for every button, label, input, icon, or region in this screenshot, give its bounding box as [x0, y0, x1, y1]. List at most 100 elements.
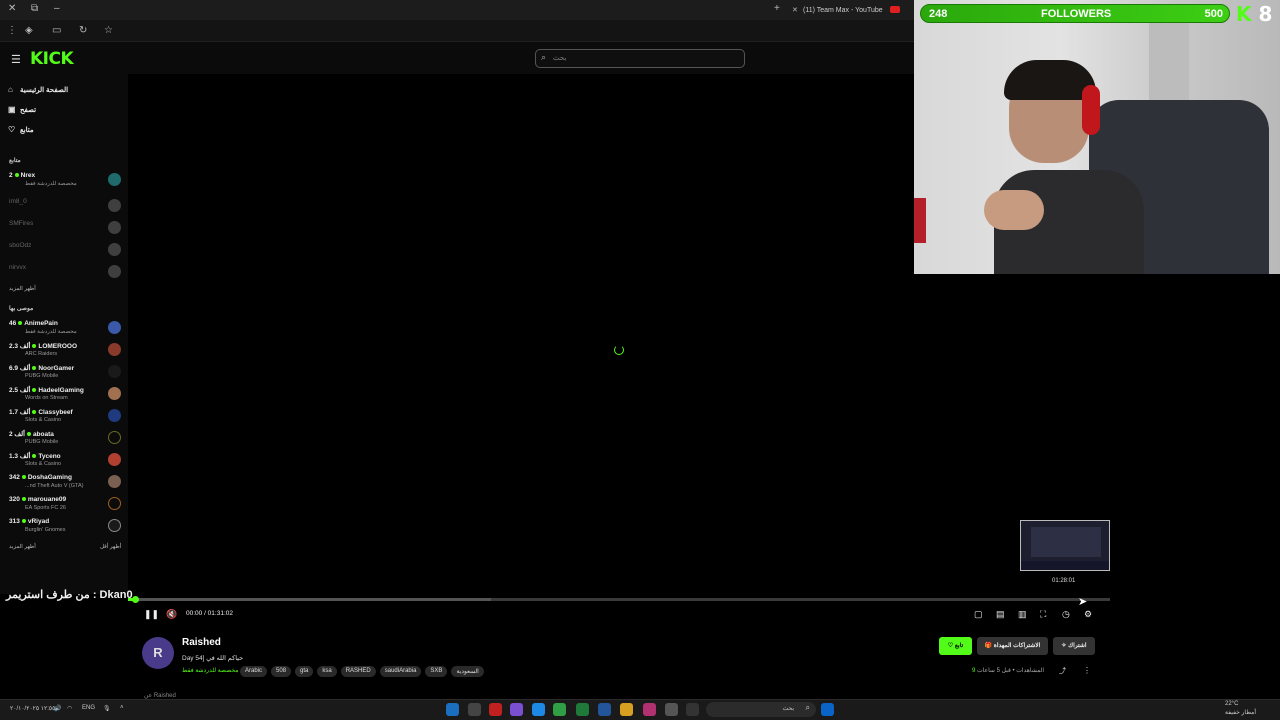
- streamer-name[interactable]: Raished: [182, 637, 221, 648]
- gift-subs-button[interactable]: 🎁 الاشتراكات المهداة: [977, 637, 1048, 655]
- sidebar-item-home[interactable]: ⌂ الصفحة الرئيسية: [8, 85, 68, 94]
- search-icon: ⌕: [805, 703, 810, 712]
- windows-start-icon[interactable]: [821, 703, 834, 716]
- gift-icon: 🎁: [984, 643, 994, 649]
- wifi-icon[interactable]: ◠: [67, 705, 72, 712]
- clock[interactable]: ١٢:٥٥ ٢٠/١٠/٢٠٢٥: [10, 705, 55, 712]
- sidebar-icon[interactable]: ▭: [52, 25, 61, 36]
- volume-icon[interactable]: 🔊: [54, 705, 61, 712]
- app-red-icon[interactable]: [489, 703, 502, 716]
- channel-item-classybeef[interactable]: 1.7 ألف Classybeef Slots & Casino: [9, 408, 121, 428]
- weather-temp[interactable]: 22°C: [1225, 701, 1238, 707]
- loading-spinner-icon: [614, 345, 624, 355]
- channel-item-hadeelgaming[interactable]: 2.5 ألف HadeelGaming Words on Stream: [9, 386, 121, 406]
- live-dot-icon: [32, 409, 37, 414]
- tag-chip[interactable]: 508: [271, 666, 292, 677]
- tag-chip[interactable]: RASHED: [340, 666, 376, 677]
- progress-bar[interactable]: [128, 596, 1110, 603]
- avatar: [108, 243, 121, 256]
- tag-chip[interactable]: Arabic: [240, 666, 268, 677]
- channel-item-noorgamer[interactable]: 6.9 ألف NoorGamer PUBG Mobile: [9, 364, 121, 384]
- show-more-following[interactable]: أظهر المزيد: [9, 286, 36, 292]
- sidebar-item-following[interactable]: ♡ متابع: [8, 125, 34, 134]
- minimize-window-icon[interactable]: –: [54, 3, 60, 14]
- more-options-icon[interactable]: ⋮: [1083, 666, 1091, 675]
- taskbar-search[interactable]: بحث ⌕: [706, 702, 816, 717]
- channel-item-im8[interactable]: im8_0: [9, 198, 121, 218]
- avatar: [108, 365, 121, 378]
- tag-chip[interactable]: saudiArabia: [379, 666, 422, 677]
- channel-item-lomerooo[interactable]: 2.3 ألف LOMEROOO ARC Raiders: [9, 342, 121, 362]
- streamer-avatar[interactable]: R: [142, 637, 174, 669]
- pip-icon[interactable]: ▤: [996, 609, 1005, 620]
- clip-icon[interactable]: ◷: [1062, 609, 1070, 620]
- chrome-icon[interactable]: [553, 703, 566, 716]
- channel-item-smfires[interactable]: SMFires: [9, 220, 121, 240]
- xbox-icon[interactable]: [576, 703, 589, 716]
- show-more-recommended[interactable]: أظهر المزيد: [9, 544, 36, 550]
- tag-chip[interactable]: ksa: [317, 666, 337, 677]
- restore-window-icon[interactable]: ⧉: [31, 3, 38, 14]
- settings-app-icon[interactable]: [468, 703, 481, 716]
- hamburger-menu-icon[interactable]: ☰: [11, 53, 21, 66]
- file-explorer-icon[interactable]: [620, 703, 633, 716]
- avatar: [108, 519, 121, 532]
- menu-dots-icon[interactable]: ⋮: [7, 25, 17, 36]
- channel-item-nirvvx[interactable]: nirvvx: [9, 264, 121, 284]
- webcam-overlay: [914, 0, 1280, 274]
- discord-icon[interactable]: [510, 703, 523, 716]
- subscribe-button[interactable]: ✧ اشتراك: [1053, 637, 1095, 655]
- chevron-up-icon[interactable]: ˄: [120, 705, 124, 711]
- tab-title[interactable]: (11) Team Max - YouTube: [803, 7, 883, 14]
- show-less-recommended[interactable]: أظهر أقل: [100, 544, 121, 550]
- tag-chip[interactable]: SXB: [425, 666, 448, 677]
- mute-icon[interactable]: 🔇: [166, 609, 177, 620]
- tag-chip[interactable]: السعودية: [451, 666, 484, 677]
- app-dark-icon[interactable]: [686, 703, 699, 716]
- channel-item-nrex[interactable]: 2 Nrex مخصصة للدردشة فقط: [9, 172, 121, 192]
- youtube-icon: [890, 6, 900, 13]
- fullscreen-icon[interactable]: ⛶: [1040, 609, 1046, 620]
- live-dot-icon: [32, 365, 37, 370]
- avatar: [108, 321, 121, 334]
- avatar: [108, 221, 121, 234]
- channel-item-animepain[interactable]: 46 AnimePain مخصصة للدردشة فقط: [9, 320, 121, 340]
- reload-icon[interactable]: ↻: [79, 25, 87, 36]
- progress-handle[interactable]: [131, 596, 139, 603]
- channel-item-vriyad[interactable]: 313 vRiyad Burglin' Gnomes: [9, 518, 121, 538]
- shield-icon[interactable]: ◈: [25, 25, 33, 36]
- channel-item-tyceno[interactable]: 1.3 ألف Tyceno Slots & Casino: [9, 452, 121, 472]
- settings-gear-icon[interactable]: ⚙: [1084, 609, 1092, 620]
- channel-item-sboodz[interactable]: sboOdz: [9, 242, 121, 262]
- kick-logo[interactable]: KICK: [30, 49, 74, 69]
- search-input[interactable]: ⌕ بحث: [535, 49, 745, 68]
- channel-item-doshagaming[interactable]: 342 DoshaGaming ...nd Theft Auto V (GTA): [9, 474, 121, 494]
- stream-category[interactable]: مخصصة للدردشة فقط: [182, 667, 238, 674]
- theater-mode-icon[interactable]: ▢: [974, 609, 983, 620]
- sidebar-item-browse[interactable]: ▣ تصفح: [8, 105, 36, 114]
- steam-icon[interactable]: [446, 703, 459, 716]
- app-blue-icon[interactable]: [598, 703, 611, 716]
- heart-icon: ♡: [8, 125, 16, 134]
- weather-desc: أمطار خفيفة: [1225, 710, 1257, 716]
- pause-button[interactable]: ❚❚: [144, 609, 159, 620]
- tag-chip[interactable]: gta: [295, 666, 314, 677]
- live-dot-icon: [32, 453, 37, 458]
- follow-button[interactable]: ♡ تابع: [939, 637, 972, 655]
- channel-item-aboata[interactable]: 2 ألف aboata PUBG Mobile: [9, 430, 121, 450]
- bookmark-star-icon[interactable]: ☆: [104, 25, 113, 36]
- mouse-cursor-icon: ➤: [1078, 596, 1088, 608]
- language-indicator[interactable]: ENG: [82, 705, 95, 711]
- close-window-icon[interactable]: ✕: [8, 3, 16, 14]
- about-section-heading: عن Raished: [144, 693, 176, 699]
- channel-item-marouane09[interactable]: 320 marouane09 EA Sports FC 26: [9, 496, 121, 516]
- new-tab-button[interactable]: +: [774, 3, 780, 14]
- app-grey-icon[interactable]: [665, 703, 678, 716]
- share-icon[interactable]: ⤴: [1059, 666, 1066, 676]
- close-tab-icon[interactable]: ✕: [792, 6, 798, 14]
- app-pink-icon[interactable]: [643, 703, 656, 716]
- mini-player-icon[interactable]: ▥: [1018, 609, 1027, 620]
- progress-buffered: [128, 598, 492, 601]
- mic-icon[interactable]: 🎙: [103, 705, 111, 712]
- edge-icon[interactable]: [532, 703, 545, 716]
